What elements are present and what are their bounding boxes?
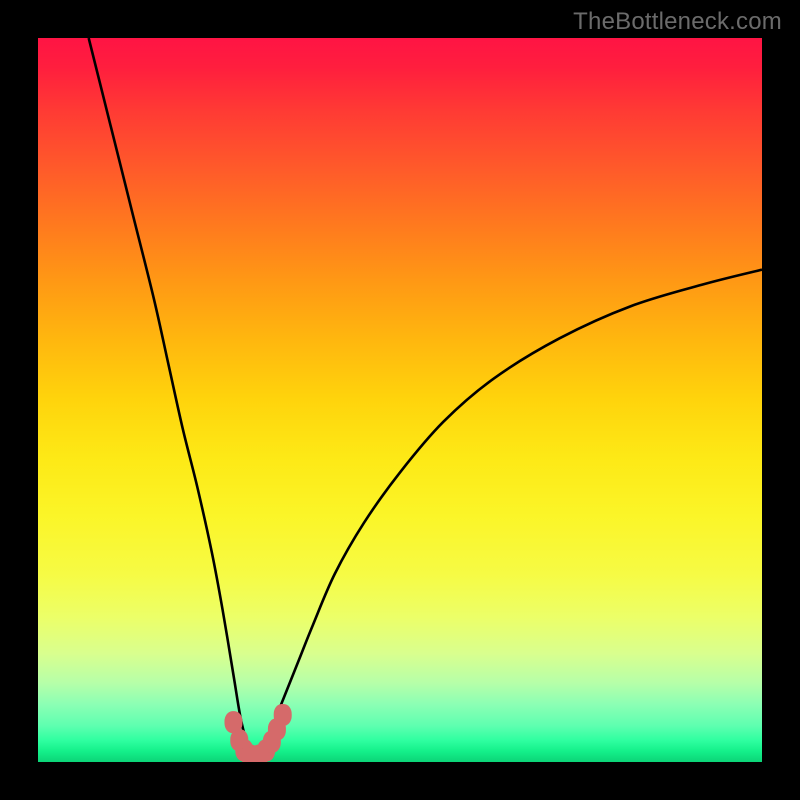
bottleneck-curve — [89, 38, 762, 759]
plot-area — [38, 38, 762, 762]
watermark-text: TheBottleneck.com — [573, 8, 782, 36]
marker-dot — [274, 704, 292, 726]
chart-svg — [38, 38, 762, 762]
chart-frame: TheBottleneck.com — [0, 0, 800, 800]
marker-cluster — [224, 704, 291, 762]
